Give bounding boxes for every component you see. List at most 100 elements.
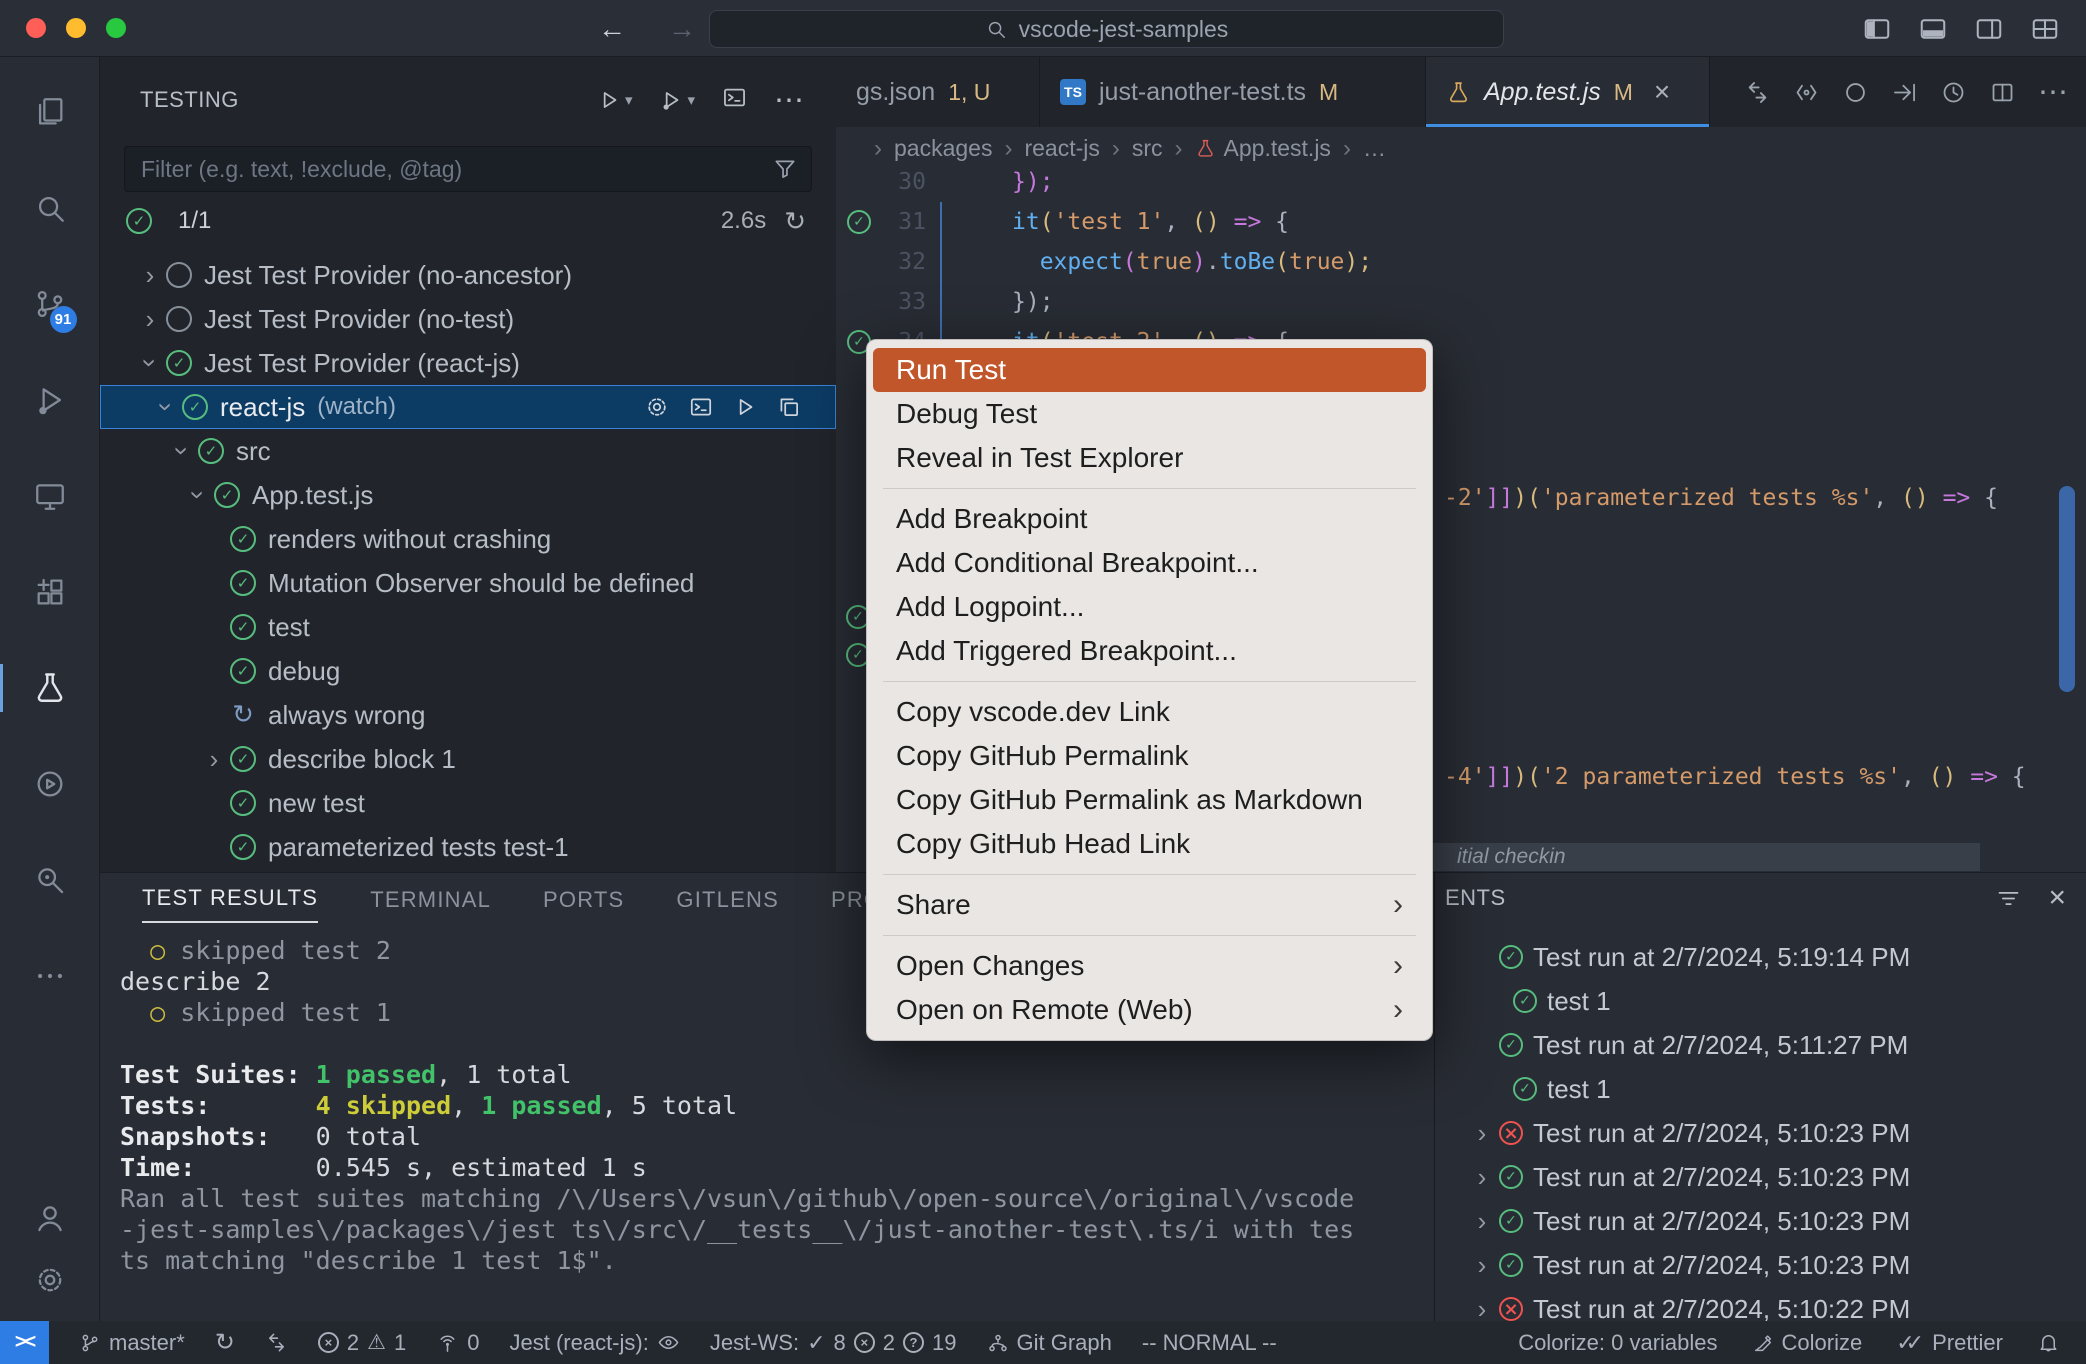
open-changes-icon[interactable] [1891, 79, 1918, 106]
colorize-item[interactable]: Colorize [1752, 1330, 1863, 1356]
breadcrumb-item[interactable]: › src [1108, 135, 1163, 163]
run-chevron-icon[interactable] [1465, 1208, 1499, 1234]
test-tree-item[interactable]: debug [100, 649, 836, 693]
refresh-tests-icon[interactable]: ↻ [784, 206, 806, 237]
explorer-icon[interactable] [0, 64, 100, 160]
filter-list-icon[interactable] [1995, 885, 2022, 912]
minimize-window-button[interactable] [66, 18, 86, 38]
tree-chevron-icon[interactable] [134, 306, 166, 332]
test-tree-item[interactable]: src [100, 429, 836, 473]
account-icon[interactable] [0, 1187, 100, 1249]
code-area[interactable]: 30 }); 31 it('test 1', () => { 32 expect… [836, 162, 2056, 362]
panel-tab[interactable]: TERMINAL [370, 887, 491, 923]
prettier-item[interactable]: ✓✓ Prettier [1896, 1330, 2003, 1356]
test-tree-item[interactable]: Jest Test Provider (no-ancestor) [100, 253, 836, 297]
toggle-secondary-sidebar-icon[interactable] [1974, 14, 2004, 44]
gutter-test-pass-icon[interactable] [847, 210, 871, 234]
colorize-variables-item[interactable]: Colorize: 0 variables [1518, 1330, 1717, 1356]
settings-gear-icon[interactable] [0, 1249, 100, 1311]
test-terminal-button[interactable] [721, 84, 748, 116]
timeline-history-icon[interactable] [1940, 79, 1967, 106]
extensions-icon[interactable] [0, 544, 100, 640]
breadcrumb-item[interactable]: › … [1339, 135, 1386, 163]
more-views-icon[interactable] [0, 928, 100, 1024]
context-menu-item[interactable]: Add Breakpoint › [873, 497, 1426, 541]
ports-item[interactable]: 0 [436, 1330, 479, 1356]
test-tree-item[interactable]: parameterized tests test-1 [100, 825, 836, 869]
test-tree-item[interactable]: always wrong [100, 693, 836, 737]
test-tree-item[interactable]: test [100, 605, 836, 649]
editor-scrollbar[interactable] [2059, 486, 2075, 692]
run-all-tests-button[interactable]: ▾ [596, 87, 633, 113]
tree-chevron-icon[interactable] [166, 438, 198, 464]
zoom-window-button[interactable] [106, 18, 126, 38]
context-menu-item[interactable]: Add Logpoint... › [873, 585, 1426, 629]
test-run-item[interactable]: test 1 [1435, 1067, 2086, 1111]
close-tab-icon[interactable]: × [1654, 76, 1670, 108]
test-tree-item[interactable]: Mutation Observer should be defined [100, 561, 836, 605]
context-menu-item[interactable]: Debug Test › [873, 392, 1426, 436]
test-run-item[interactable]: Test run at 2/7/2024, 5:10:23 PM [1435, 1243, 2086, 1287]
search-view-icon[interactable] [0, 160, 100, 256]
context-menu-item[interactable]: Open on Remote (Web) › [873, 988, 1426, 1032]
jest-ws-item[interactable]: Jest-WS: ✓8 ×2 ?19 [710, 1330, 957, 1356]
breadcrumb-item[interactable]: › App.test.js [1171, 135, 1331, 163]
test-run-item[interactable]: Test run at 2/7/2024, 5:10:22 PM [1435, 1287, 2086, 1321]
jest-status-item[interactable]: Jest (react-js): [509, 1330, 679, 1356]
gitlens-blame-icon[interactable] [1842, 79, 1869, 106]
sync-changes-item[interactable]: ↻ [215, 1328, 235, 1357]
toggle-panel-icon[interactable] [1918, 14, 1948, 44]
breadcrumb[interactable]: › packages › react-js › src › [836, 127, 2086, 170]
tree-chevron-icon[interactable] [150, 394, 182, 420]
terminal-icon[interactable] [688, 394, 714, 420]
test-tree-item[interactable]: Jest Test Provider (no-test) [100, 297, 836, 341]
vim-mode-item[interactable]: -- NORMAL -- [1142, 1330, 1277, 1356]
panel-tab[interactable]: TEST RESULTS [142, 885, 318, 923]
close-panel-icon[interactable]: × [2048, 881, 2066, 915]
gutter-test-pass-icon[interactable] [847, 170, 871, 194]
test-run-item[interactable]: Test run at 2/7/2024, 5:10:23 PM [1435, 1111, 2086, 1155]
test-filter-input[interactable] [124, 146, 812, 192]
test-tree-item[interactable]: Jest Test Provider (react-js) [100, 341, 836, 385]
command-center-search[interactable]: vscode-jest-samples [709, 10, 1504, 48]
gitlens-search-icon[interactable] [0, 832, 100, 928]
tree-chevron-icon[interactable] [198, 746, 230, 772]
problems-item[interactable]: ×2 ⚠1 [318, 1330, 406, 1356]
more-editor-actions-icon[interactable]: ⋯ [2038, 75, 2068, 110]
gutter-test-pass-icon[interactable] [847, 290, 871, 314]
test-tree-item[interactable]: react-js (watch) [100, 385, 836, 429]
context-menu-item[interactable]: › [873, 866, 1426, 883]
context-menu-item[interactable]: › [873, 480, 1426, 497]
test-run-item[interactable]: test 1 [1435, 979, 2086, 1023]
tab-app-test-js[interactable]: App.test.js M × [1426, 57, 1710, 127]
more-actions-icon[interactable]: ⋯ [774, 83, 804, 118]
open-on-github-icon[interactable] [1793, 79, 1820, 106]
context-menu-item[interactable]: Copy vscode.dev Link › [873, 690, 1426, 734]
git-graph-item[interactable]: Git Graph [987, 1330, 1112, 1356]
test-tree-item[interactable]: App.test.js [100, 473, 836, 517]
customize-layout-icon[interactable] [2030, 14, 2060, 44]
close-window-button[interactable] [26, 18, 46, 38]
test-run-item[interactable]: Test run at 2/7/2024, 5:10:23 PM [1435, 1155, 2086, 1199]
testing-icon[interactable] [0, 640, 100, 736]
test-run-item[interactable]: Test run at 2/7/2024, 5:11:27 PM [1435, 1023, 2086, 1067]
tree-chevron-icon[interactable] [134, 262, 166, 288]
run-chevron-icon[interactable] [1465, 1296, 1499, 1321]
context-menu-item[interactable]: Copy GitHub Head Link › [873, 822, 1426, 866]
run-chevron-icon[interactable] [1465, 1164, 1499, 1190]
test-run-item[interactable]: Test run at 2/7/2024, 5:10:23 PM [1435, 1199, 2086, 1243]
context-menu-item[interactable]: Copy GitHub Permalink › [873, 734, 1426, 778]
test-tree-item[interactable]: describe block 1 [100, 737, 836, 781]
context-menu-item[interactable]: Add Triggered Breakpoint... › [873, 629, 1426, 673]
tab-settings-json[interactable]: gs.json 1, U [836, 57, 1040, 127]
test-run-item[interactable]: Test run at 2/7/2024, 5:19:14 PM [1435, 935, 2086, 979]
toggle-sidebar-icon[interactable] [1862, 14, 1892, 44]
run-chevron-icon[interactable] [1465, 1252, 1499, 1278]
context-menu-item[interactable]: Share › [873, 883, 1426, 927]
split-editor-icon[interactable] [1989, 79, 2016, 106]
notifications-bell-icon[interactable] [2037, 1331, 2060, 1354]
context-menu-item[interactable]: Add Conditional Breakpoint... › [873, 541, 1426, 585]
context-menu-item[interactable]: › [873, 673, 1426, 690]
tree-chevron-icon[interactable] [134, 350, 166, 376]
tree-chevron-icon[interactable] [182, 482, 214, 508]
